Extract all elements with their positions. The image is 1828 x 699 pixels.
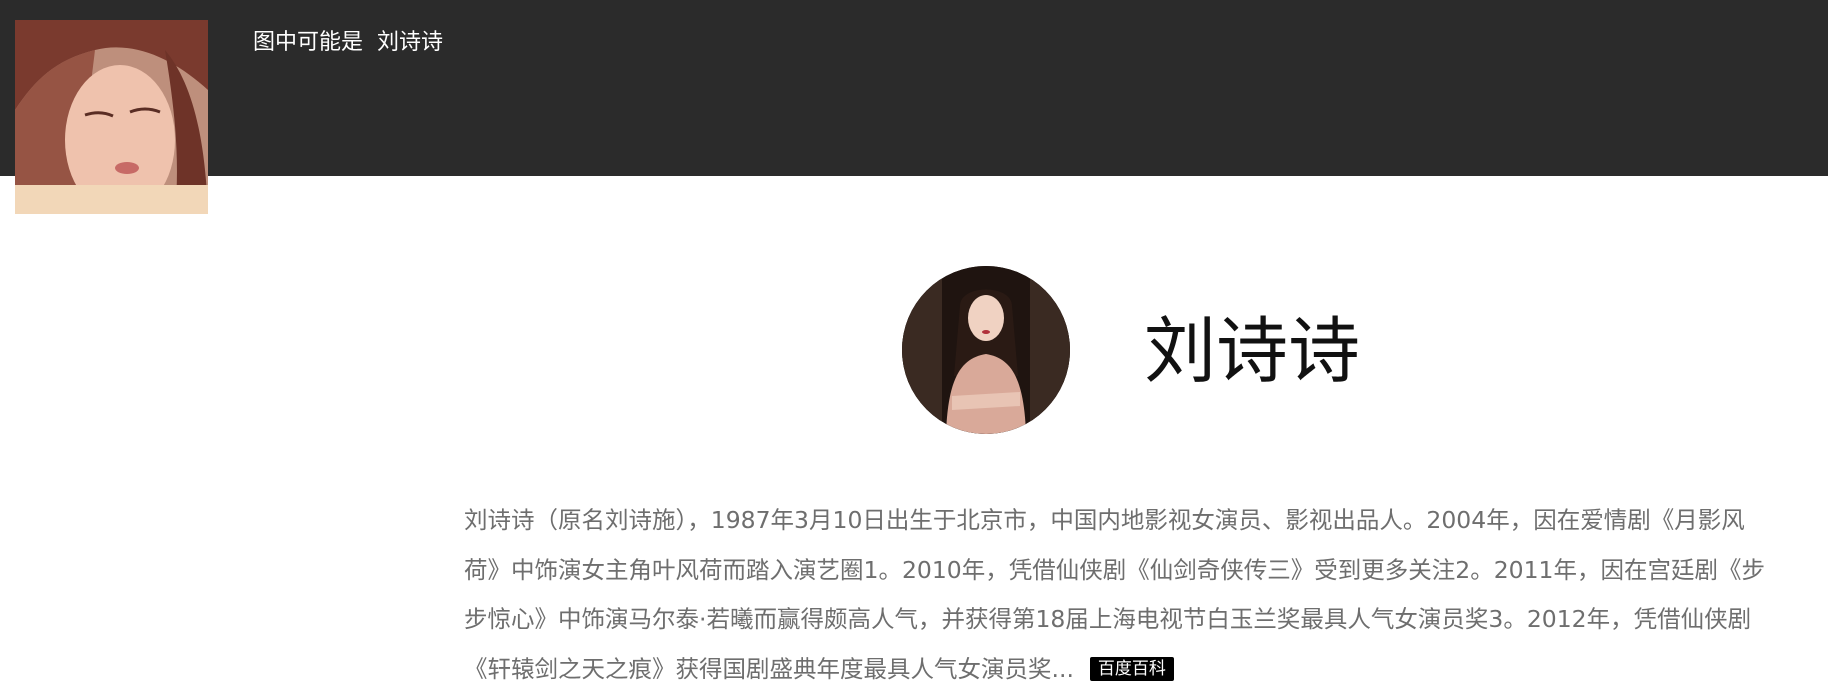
entity-description: 刘诗诗（原名刘诗施），1987年3月10日出生于北京市，中国内地影视女演员、影视… — [464, 496, 1774, 694]
top-bar — [0, 0, 1828, 176]
source-badge-baike[interactable]: 百度百科 — [1089, 656, 1174, 681]
query-thumbnail[interactable] — [15, 20, 208, 214]
header-name-link[interactable]: 刘诗诗 — [377, 30, 443, 55]
person-portrait-image — [902, 266, 1070, 434]
recognition-header: 图中可能是 刘诗诗 — [253, 28, 443, 58]
header-prefix: 图中可能是 — [253, 30, 364, 55]
query-face-image — [15, 20, 208, 214]
profile-avatar[interactable] — [902, 266, 1070, 434]
entity-title: 刘诗诗 — [1144, 309, 1361, 393]
